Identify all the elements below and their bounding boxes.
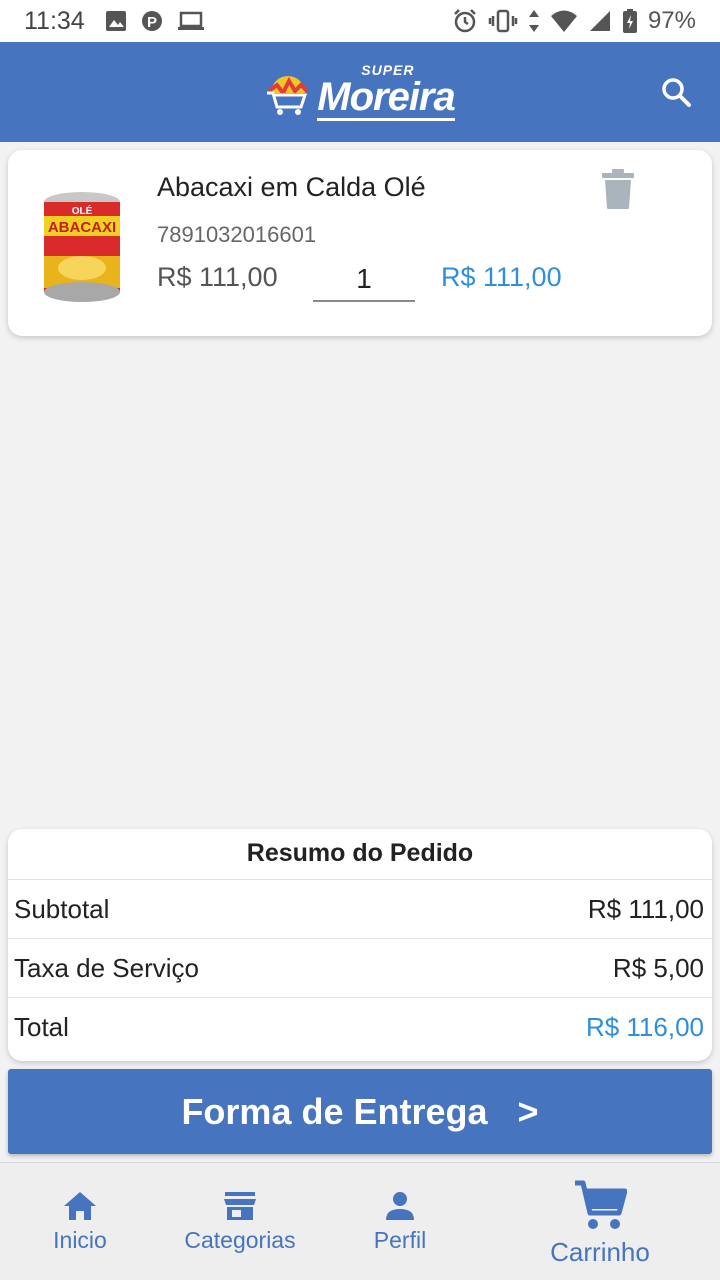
cart-icon: [575, 1180, 627, 1229]
search-icon: [662, 78, 691, 107]
home-icon: [64, 1192, 96, 1220]
summary-row-total: Total R$ 116,00: [8, 997, 712, 1056]
delivery-method-label: Forma de Entrega: [181, 1090, 488, 1132]
wifi-icon: [550, 9, 578, 33]
product-image-brand: OLÉ: [72, 204, 93, 217]
delete-item-button[interactable]: [600, 168, 636, 210]
logo-cart-icon: [267, 76, 309, 115]
logo: SUPER Moreira: [265, 63, 456, 121]
logo-main: Moreira: [317, 75, 456, 121]
status-bar: 11:34 P 97%: [0, 0, 720, 42]
vibrate-icon: [488, 9, 518, 33]
status-left: 11:34 P: [24, 7, 205, 36]
store-icon: [224, 1192, 256, 1220]
battery-percentage: 97%: [647, 7, 696, 34]
chevron-right-icon: >: [517, 1090, 539, 1132]
svg-text:P: P: [147, 14, 157, 31]
total-value: R$ 116,00: [585, 1011, 704, 1042]
search-button[interactable]: [656, 72, 696, 112]
nav-label-inicio: Inicio: [53, 1227, 107, 1253]
product-image-label: ABACAXI: [48, 219, 116, 236]
product-code: 7891032016601: [157, 222, 317, 247]
signal-icon: [588, 9, 612, 33]
logo-text: SUPER Moreira: [317, 63, 456, 121]
fee-label: Taxa de Serviço: [14, 952, 199, 983]
quantity-input[interactable]: [313, 258, 415, 302]
product-image: OLÉ ABACAXI: [30, 188, 146, 304]
app-bar: SUPER Moreira: [0, 42, 720, 142]
fee-value: R$ 5,00: [612, 952, 704, 983]
status-time: 11:34: [24, 6, 85, 35]
summary-title: Resumo do Pedido: [246, 839, 474, 867]
alarm-icon: [452, 8, 478, 34]
nav-label-carrinho: Carrinho: [550, 1237, 650, 1267]
nav-item-carrinho[interactable]: Carrinho: [540, 1179, 660, 1268]
nav-label-perfil: Perfil: [373, 1227, 427, 1253]
nav-item-inicio[interactable]: Inicio: [50, 1191, 110, 1254]
status-right: 97%: [452, 7, 696, 35]
subtotal-value: R$ 111,00: [587, 893, 704, 924]
nav-label-categorias: Categorias: [184, 1227, 296, 1253]
image-icon: [105, 10, 127, 32]
cart-item-card: OLÉ ABACAXI Abacaxi em Calda Olé 7891032…: [8, 150, 712, 336]
trash-icon: [602, 169, 634, 209]
product-unit-price: R$ 111,00: [157, 262, 278, 292]
laptop-icon: [177, 10, 205, 32]
summary-row-subtotal: Subtotal R$ 111,00: [8, 879, 712, 938]
data-arrows-icon: [528, 9, 540, 33]
product-name: Abacaxi em Calda Olé: [157, 172, 426, 202]
battery-icon: [622, 8, 638, 34]
product-total-price: R$ 111,00: [441, 262, 562, 292]
parking-icon: P: [141, 9, 163, 33]
nav-item-categorias[interactable]: Categorias: [180, 1191, 300, 1254]
total-label: Total: [14, 1011, 69, 1042]
subtotal-label: Subtotal: [14, 893, 110, 924]
bottom-nav: Inicio Categorias Perfil Carrinho: [0, 1162, 720, 1280]
nav-item-perfil[interactable]: Perfil: [370, 1191, 430, 1254]
summary-row-fee: Taxa de Serviço R$ 5,00: [8, 938, 712, 997]
delivery-method-button[interactable]: Forma de Entrega >: [8, 1069, 712, 1154]
order-summary: Resumo do Pedido Subtotal R$ 111,00 Taxa…: [8, 829, 712, 1061]
person-icon: [386, 1192, 414, 1220]
